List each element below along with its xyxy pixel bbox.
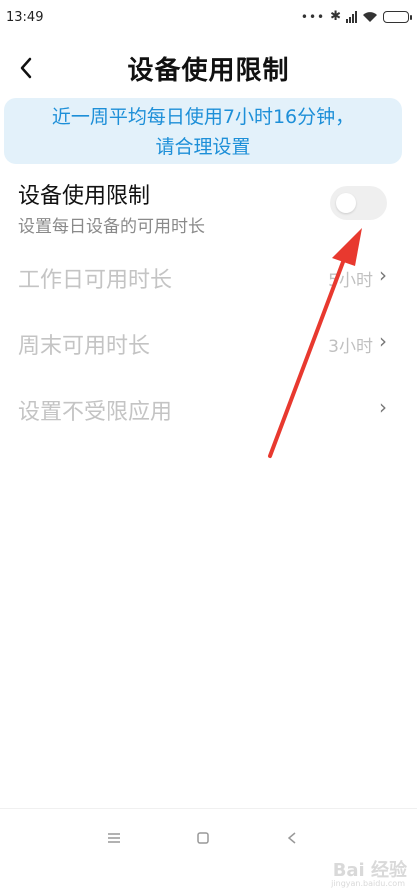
weekend-duration-title: 周末可用时长 <box>18 334 151 359</box>
status-bar: 13:49 ••• ✱ <box>0 0 417 36</box>
menu-icon <box>108 833 120 843</box>
device-limit-subtitle: 设置每日设备的可用时长 <box>18 217 205 237</box>
banner-line-1: 近一周平均每日使用7小时16分钟， <box>51 106 355 128</box>
device-limit-toggle[interactable] <box>330 186 387 220</box>
bluetooth-icon: ✱ <box>330 9 341 24</box>
header: 设备使用限制 <box>0 40 417 96</box>
toggle-knob <box>336 193 356 213</box>
navigation-bar: Bai 经验 jingyan.baidu.com <box>0 808 417 888</box>
exempt-apps-title: 设置不受限应用 <box>18 400 173 425</box>
status-icons: ••• ✱ <box>300 9 412 24</box>
wifi-icon <box>363 11 377 22</box>
chevron-right-icon: › <box>379 329 387 353</box>
nav-back-button[interactable] <box>272 823 312 853</box>
weekday-duration-row[interactable]: 工作日可用时长 5小时 › <box>0 254 417 300</box>
chevron-right-icon: › <box>379 395 387 419</box>
weekday-duration-value: 5小时 <box>328 271 373 291</box>
home-button[interactable] <box>183 823 223 853</box>
banner-line-2: 请合理设置 <box>155 136 251 158</box>
menu-button[interactable] <box>94 823 134 853</box>
weekend-duration-value: 3小时 <box>328 337 373 357</box>
signal-icon <box>346 10 357 23</box>
battery-icon <box>383 10 412 23</box>
usage-banner: 近一周平均每日使用7小时16分钟， 请合理设置 <box>4 98 402 164</box>
weekend-duration-row[interactable]: 周末可用时长 3小时 › <box>0 320 417 366</box>
baidu-watermark-url: jingyan.baidu.com <box>331 879 405 888</box>
home-icon <box>197 832 209 844</box>
page-title: 设备使用限制 <box>127 56 290 86</box>
chevron-right-icon: › <box>379 263 387 287</box>
exempt-apps-row[interactable]: 设置不受限应用 › <box>0 386 417 432</box>
notification-dots-icon: ••• <box>300 9 326 24</box>
device-limit-title: 设备使用限制 <box>18 184 151 209</box>
weekday-duration-title: 工作日可用时长 <box>18 268 173 293</box>
status-time: 13:49 <box>6 10 44 25</box>
back-icon <box>288 832 296 844</box>
